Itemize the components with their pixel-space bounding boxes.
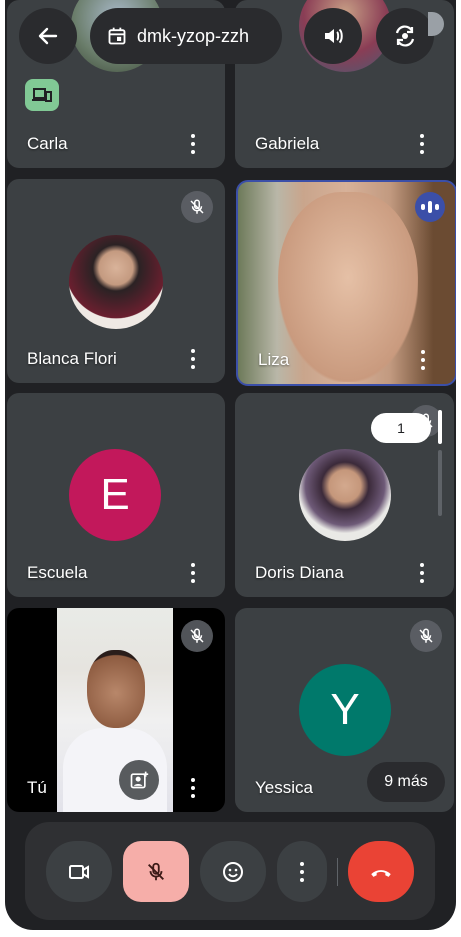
doris-avatar [299,449,391,541]
page-indicator: 1 [371,413,431,443]
back-button[interactable] [19,8,77,64]
yessica-avatar: Y [299,664,391,756]
more-options-button[interactable] [277,841,327,902]
participant-tile-blanca[interactable]: Blanca Flori [7,179,225,383]
mic-toggle-button[interactable] [123,841,189,902]
mic-off-icon [181,191,213,223]
switch-camera-button[interactable] [376,8,434,64]
audio-output-button[interactable] [304,8,362,64]
mic-off-icon [410,620,442,652]
reactions-button[interactable] [200,841,266,902]
liza-video [278,192,418,382]
camera-flip-icon [395,25,415,47]
phone-screen: Carla Gabriela Blanca Flori Liza E Escue… [5,0,456,930]
devices-icon [25,79,59,111]
participant-name: Escuela [27,563,88,582]
meeting-code-chip[interactable]: dmk-yzop-zzh [90,8,282,64]
participant-name: Tú [27,778,47,797]
emoji-icon [223,861,243,882]
participant-name: Doris Diana [255,563,344,582]
meeting-code: dmk-yzop-zzh [137,25,250,46]
blanca-avatar [69,235,163,329]
participant-name: Gabriela [255,134,320,153]
camera-toggle-button[interactable] [46,841,112,902]
end-call-button[interactable] [348,841,414,902]
more-vert-icon[interactable] [183,130,203,158]
participant-name: Yessica [255,778,313,797]
escuela-avatar: E [69,449,161,541]
more-participants-button[interactable]: 9 más [367,762,445,802]
page-indicator-value: 1 [397,420,405,436]
add-person-icon[interactable] [119,760,159,800]
more-participants-label: 9 más [384,773,428,790]
more-vert-icon[interactable] [183,774,203,802]
participant-tile-liza[interactable]: Liza [236,180,456,386]
more-vert-icon[interactable] [412,130,432,158]
audio-wave-icon [415,192,445,222]
scrollbar-thumb[interactable] [438,410,442,444]
avatar-initial: E [100,470,130,519]
participant-name: Carla [27,134,68,153]
mic-off-icon [181,620,213,652]
self-face [87,650,145,728]
avatar-initial: Y [330,685,360,734]
participant-tile-escuela[interactable]: E Escuela [7,393,225,597]
camera-icon [69,864,89,879]
participant-name: Liza [258,350,290,369]
more-vert-icon[interactable] [183,345,203,373]
scrollbar-track [438,450,442,516]
more-vert-icon[interactable] [183,559,203,587]
more-vert-icon[interactable] [412,559,432,587]
participant-tile-self[interactable]: Tú [7,608,225,812]
participant-name: Blanca Flori [27,349,117,368]
more-vert-icon [300,861,304,866]
end-call-icon [371,869,391,877]
more-vert-icon[interactable] [413,346,433,374]
calendar-icon [108,27,126,45]
back-arrow-icon [38,27,58,45]
volume-icon [325,28,343,44]
mic-off-icon [148,862,164,880]
control-divider [337,858,338,886]
participant-tile-yessica[interactable]: Y Yessica 9 más [235,608,454,812]
